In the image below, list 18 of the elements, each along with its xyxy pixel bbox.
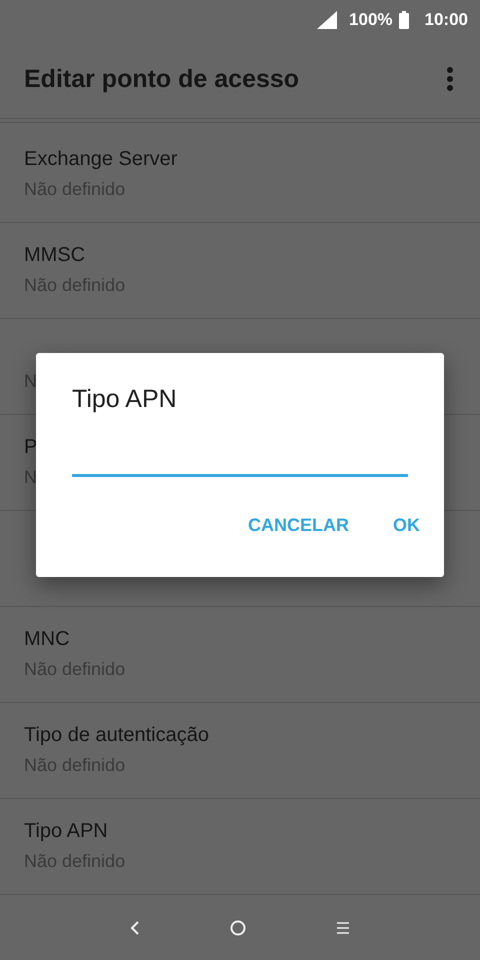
dialog-button[interactable]: CANCELAR <box>236 507 361 544</box>
setting-title[interactable]: MNC <box>24 628 70 651</box>
clock: 10:00 <box>424 10 468 30</box>
dialog-button[interactable]: OK <box>381 507 432 544</box>
setting-title[interactable]: Exchange Server <box>24 148 178 171</box>
battery-icon <box>398 11 409 29</box>
home-icon[interactable] <box>230 920 246 936</box>
back-icon[interactable] <box>130 920 140 936</box>
setting-title[interactable]: Tipo de autenticação <box>24 724 209 747</box>
menu-icon[interactable] <box>336 921 350 935</box>
screen-title: Editar ponto de acesso <box>24 64 300 94</box>
battery-percent: 100% <box>349 10 393 30</box>
setting-title[interactable]: Tipo APN <box>24 820 108 843</box>
setting-title[interactable]: MMSC <box>24 244 86 267</box>
more-options-icon[interactable] <box>446 67 454 91</box>
dialog-title: Tipo APN <box>72 385 178 414</box>
signal-icon <box>317 11 338 29</box>
setting-title[interactable]: P <box>24 436 38 459</box>
